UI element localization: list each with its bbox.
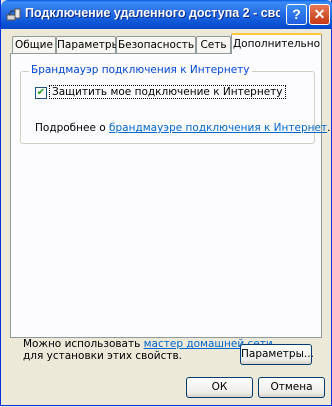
window-title: Подключение удаленного доступа 2 - сво..… — [25, 6, 280, 20]
checkmark-icon: ✔ — [36, 87, 46, 98]
protect-connection-checkbox[interactable]: ✔ — [35, 87, 47, 99]
tab-advanced[interactable]: Дополнительно — [231, 33, 322, 54]
firewall-group-legend: Брандмауэр подключения к Интернету — [29, 64, 252, 76]
home-network-wizard-text: Можно использовать мастер домашней сети … — [23, 338, 273, 362]
more-info-suffix: . — [327, 122, 331, 134]
firewall-help-link[interactable]: брандмауэре подключения к Интернет — [109, 122, 327, 134]
wizard-text-prefix: Можно использовать — [23, 338, 144, 350]
parameters-button[interactable]: Параметры... — [240, 344, 314, 365]
tab-options[interactable]: Параметры — [56, 36, 120, 53]
title-bar[interactable]: Подключение удаленного доступа 2 - сво..… — [1, 0, 332, 29]
more-info-prefix: Подробнее о — [35, 122, 110, 134]
cancel-button[interactable]: Отмена — [258, 377, 325, 398]
close-button[interactable]: ✕ — [309, 4, 330, 25]
tab-security[interactable]: Безопасность — [116, 36, 196, 53]
help-button[interactable]: ? — [286, 4, 307, 25]
ok-button[interactable]: ОК — [186, 377, 253, 398]
protect-connection-label[interactable]: Защитить мое подключение к Интернету — [49, 85, 286, 99]
tab-networking[interactable]: Сеть — [196, 36, 231, 53]
firewall-more-info: Подробнее о брандмауэре подключения к Ин… — [35, 122, 330, 134]
tab-general[interactable]: Общие — [12, 36, 56, 53]
properties-dialog: Подключение удаленного доступа 2 - сво..… — [0, 0, 332, 406]
dialup-connection-icon — [6, 6, 22, 22]
wizard-text-line2: для установки этих свойств. — [23, 350, 183, 362]
